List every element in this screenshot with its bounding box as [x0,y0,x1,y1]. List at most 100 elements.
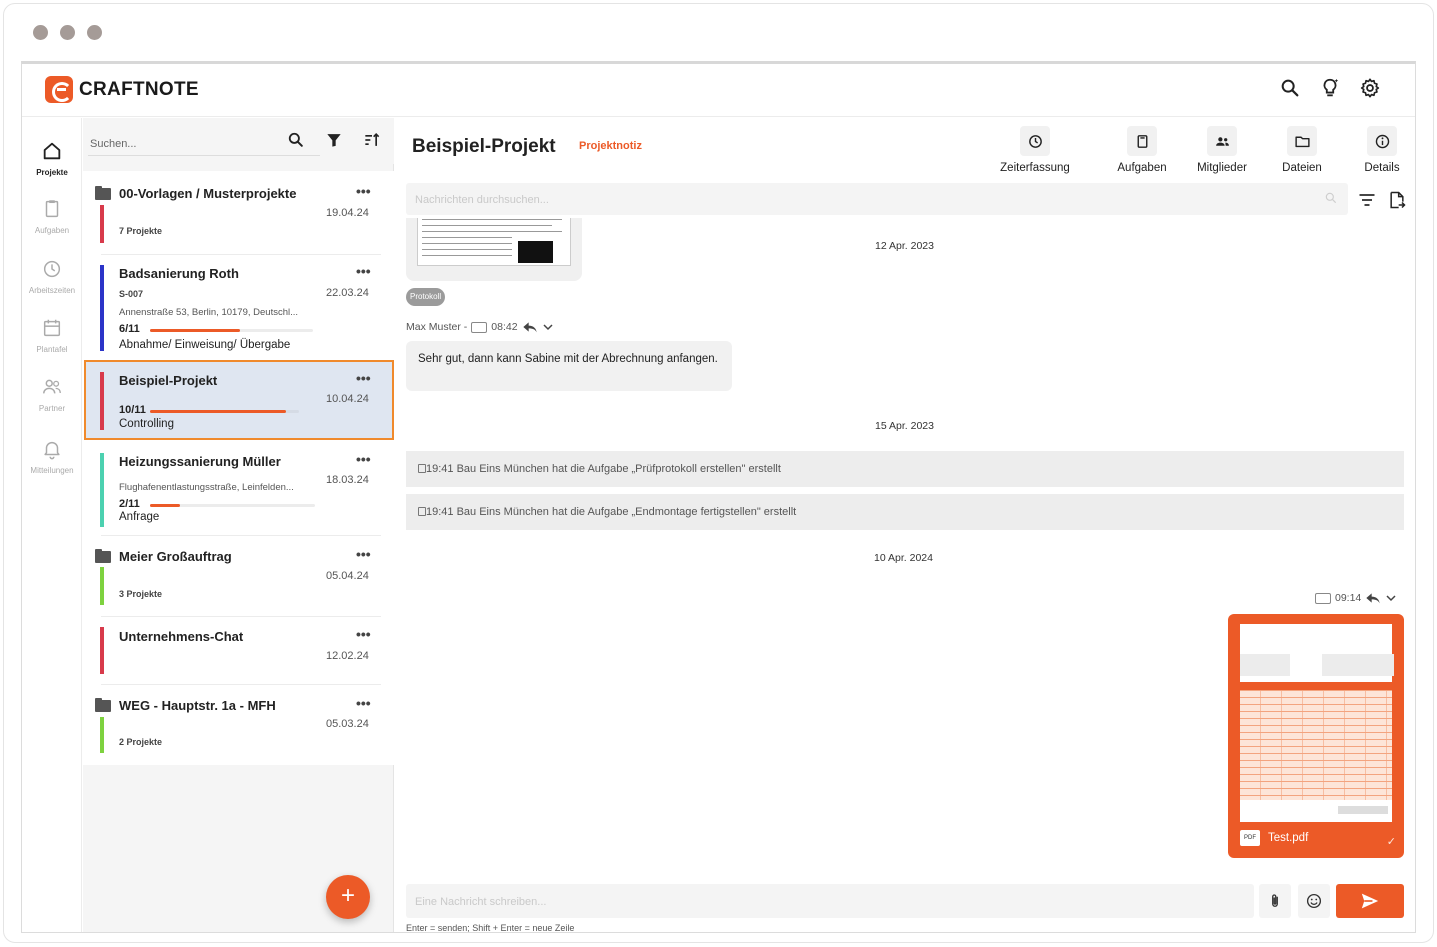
send-button[interactable] [1336,884,1404,918]
paperclip-icon [1272,894,1278,907]
tab-dateien[interactable]: Dateien [1262,126,1342,174]
logo[interactable]: CRAFTNOTE [45,76,199,103]
rail-item-partner[interactable]: Partner [22,376,82,413]
project-item[interactable]: Badsanierung Roth ••• 22.03.24 S-007 Ann… [83,255,394,361]
reply-icon[interactable] [1365,592,1381,604]
rail-label: Aufgaben [34,226,70,235]
project-list: 00-Vorlagen / Musterprojekte ••• 19.04.2… [83,171,394,765]
more-options-icon[interactable]: ••• [356,370,371,386]
attach-button[interactable] [1259,884,1291,918]
logo-text: CRAFTNOTE [79,78,199,100]
folder-icon [95,549,111,563]
tag-icon[interactable] [1315,592,1331,604]
project-color-bar [100,453,104,527]
pdf-preview [1240,624,1394,822]
project-name: Meier Großauftrag [119,549,232,564]
rail-item-plantafel[interactable]: Plantafel [22,317,82,354]
page-title: Beispiel-Projekt [412,136,556,157]
message-bubble: Sehr gut, dann kann Sabine mit der Abrec… [406,341,732,391]
pdf-file-icon: PDF [1240,830,1260,846]
more-options-icon[interactable]: ••• [356,626,371,642]
date-separator: 12 Apr. 2023 [875,240,934,252]
tab-label: Details [1364,162,1400,174]
project-item[interactable]: WEG - Hauptstr. 1a - MFH ••• 05.03.24 2 … [83,685,394,765]
tab-mitglieder[interactable]: Mitglieder [1182,126,1262,174]
project-name: Badsanierung Roth [119,266,239,281]
project-item[interactable]: Unternehmens-Chat ••• 12.02.24 [83,617,394,685]
message-meta: Max Muster - 08:42 [406,321,554,333]
export-file-icon[interactable] [1387,190,1407,210]
reply-icon[interactable] [522,321,538,333]
project-search-input[interactable]: Suchen... [90,138,136,150]
project-date: 19.04.24 [326,207,369,219]
sort-icon[interactable] [362,130,382,150]
filter-lines-icon[interactable] [1357,190,1377,210]
project-item[interactable]: Meier Großauftrag ••• 05.04.24 3 Projekt… [83,537,394,617]
project-date: 05.04.24 [326,570,369,582]
project-phase: Controlling [119,418,174,430]
more-options-icon[interactable]: ••• [356,546,371,562]
image-attachment[interactable] [406,218,582,281]
search-icon[interactable] [1279,77,1301,99]
progress-bar [150,410,299,413]
window-dot-maximize[interactable] [87,25,102,40]
progress-bar [150,329,313,332]
home-icon [43,142,61,160]
tab-aufgaben[interactable]: Aufgaben [1102,126,1182,174]
tab-details[interactable]: Details [1342,126,1415,174]
project-item-selected[interactable]: Beispiel-Projekt ••• 10.04.24 10/11 Cont… [83,362,394,442]
project-item[interactable]: 00-Vorlagen / Musterprojekte ••• 19.04.2… [83,171,394,255]
add-project-button[interactable]: + [326,875,370,919]
smiley-icon [1306,893,1322,909]
clock-icon [43,260,61,278]
window-dot-close[interactable] [33,25,48,40]
more-options-icon[interactable]: ••• [356,695,371,711]
more-options-icon[interactable]: ••• [356,451,371,467]
folder-icon [95,186,111,200]
tab-label: Mitglieder [1197,162,1247,174]
project-name: Beispiel-Projekt [119,373,218,388]
chevron-down-icon[interactable] [1385,593,1397,603]
more-options-icon[interactable]: ••• [356,263,371,279]
message-time: 09:14 [1335,592,1362,604]
chevron-down-icon[interactable] [542,322,554,332]
rail-item-mitteilungen[interactable]: Mitteilungen [22,438,82,475]
more-options-icon[interactable]: ••• [356,183,371,199]
progress-label: 6/11 [119,323,140,335]
bell-icon [44,441,60,460]
search-icon [1325,192,1337,204]
folder-icon [95,698,111,712]
window-controls [33,25,102,40]
message-input[interactable]: Eine Nachricht schreiben... [406,884,1254,918]
gear-icon[interactable] [1359,77,1381,99]
lightbulb-icon[interactable] [1319,77,1341,99]
input-hint: Enter = senden; Shift + Enter = neue Zei… [406,923,575,933]
rail-item-projekte[interactable]: Projekte [22,140,82,177]
rail-item-arbeitszeiten[interactable]: Arbeitszeiten [22,258,82,295]
project-name: WEG - Hauptstr. 1a - MFH [119,698,276,713]
people-icon [1215,136,1229,146]
project-count: 2 Projekte [119,737,163,747]
window-dot-minimize[interactable] [60,25,75,40]
project-address: Flughafenentlastungsstraße, Leinfelden..… [119,482,294,493]
filter-icon[interactable] [324,130,344,150]
project-color-bar [100,205,104,243]
tab-zeiterfassung[interactable]: Zeiterfassung [995,126,1075,174]
rail-label: Plantafel [36,345,68,354]
project-color-bar [100,567,104,605]
clipboard-icon [418,464,426,473]
rail-item-aufgaben[interactable]: Aufgaben [22,198,82,235]
project-name: Unternehmens-Chat [119,629,244,644]
tag-badge[interactable]: Protokoll [406,288,446,306]
clipboard-icon [45,200,59,218]
emoji-button[interactable] [1298,884,1330,918]
date-separator: 15 Apr. 2023 [875,420,934,432]
project-address: Annenstraße 53, Berlin, 10179, Deutschl.… [119,307,299,318]
project-item[interactable]: Heizungssanierung Müller ••• 18.03.24 Fl… [83,443,394,536]
top-bar: CRAFTNOTE [22,64,1415,117]
search-icon[interactable] [286,130,306,150]
tag-icon[interactable] [471,321,488,333]
progress-bar [150,504,315,507]
pdf-attachment[interactable]: PDF Test.pdf ✓ [1228,614,1404,858]
message-search-input[interactable]: Nachrichten durchsuchen... [406,183,1348,215]
